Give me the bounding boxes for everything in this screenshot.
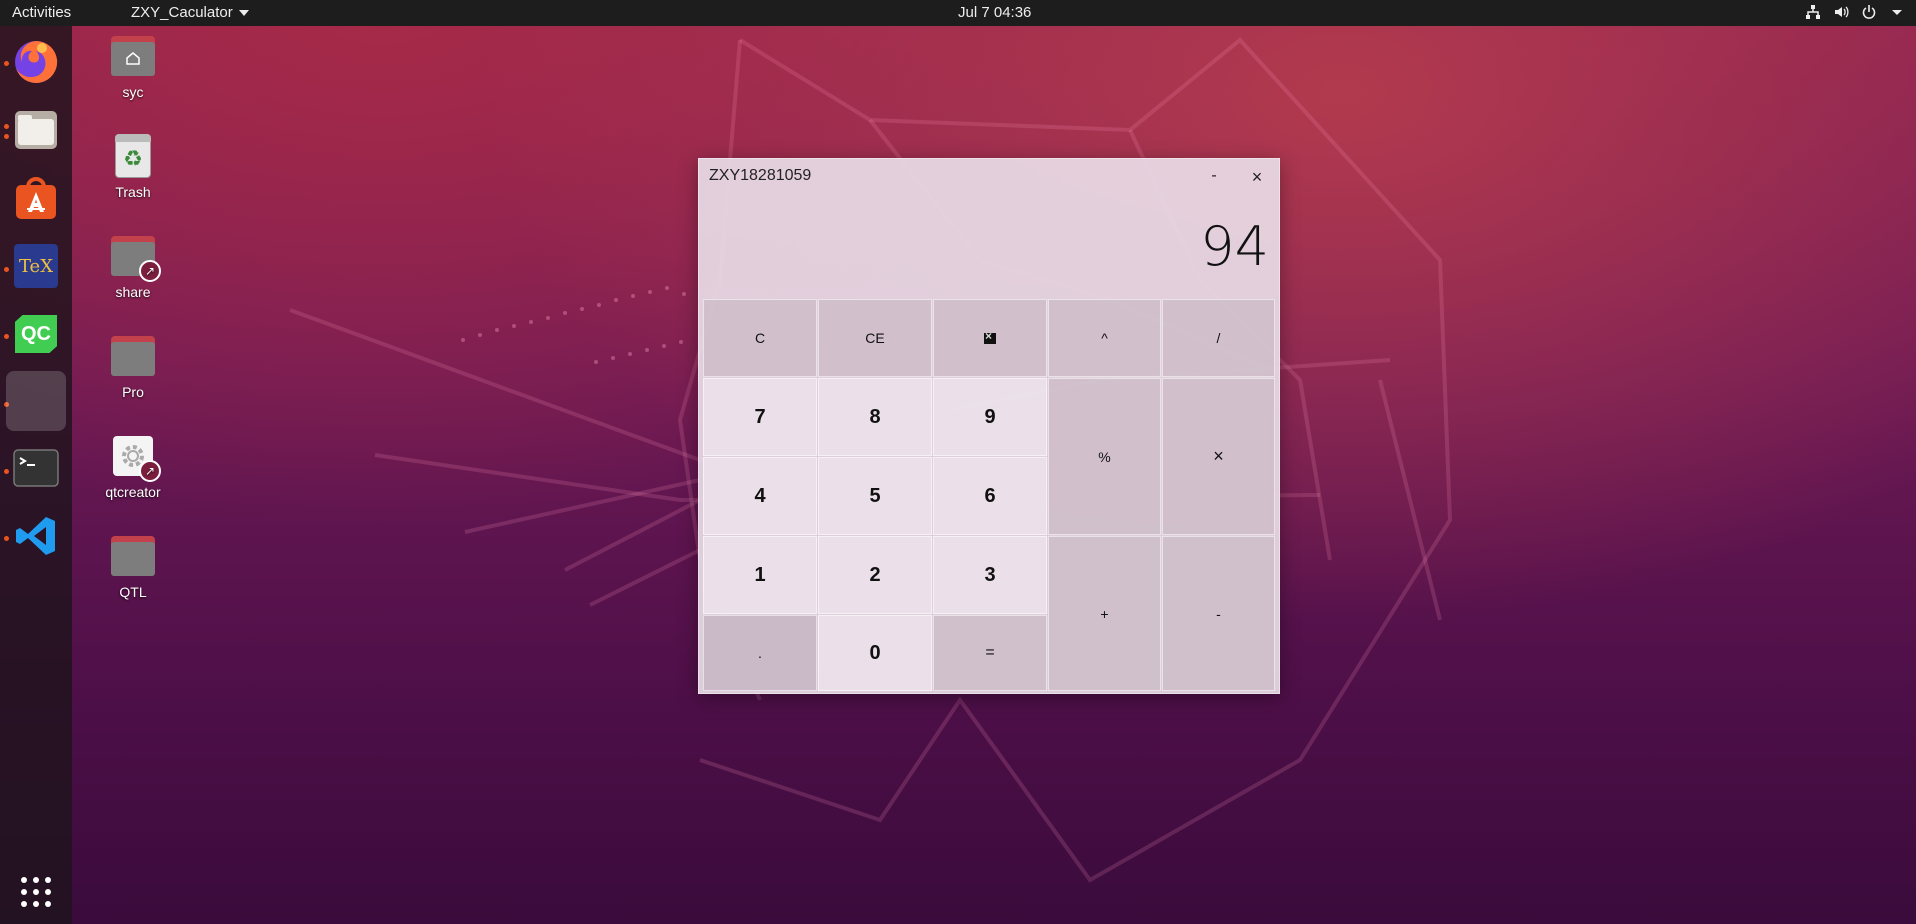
folder-icon: ↗ [109,232,161,282]
backspace-icon [984,329,996,344]
calculator-display: 94 [1200,215,1269,278]
home-folder-icon [109,32,157,80]
top-bar: Activities ZXY_Caculator Jul 7 04:36 [0,0,1916,26]
network-icon[interactable] [1804,3,1822,21]
plus-button[interactable]: + [1048,536,1161,691]
blank-app-icon [14,379,58,423]
minimize-button[interactable]: - [1202,165,1226,189]
percent-button[interactable]: % [1048,378,1161,535]
digit-9-button[interactable]: 9 [933,378,1047,456]
desktop-icon-label: qtcreator [105,484,161,500]
dock-files[interactable] [6,100,66,160]
calculator-window: ZXY18281059 - × 94 C CE ^ / 7 8 9 % × 4 … [698,158,1280,694]
desktop-icon-label: QTL [119,584,147,600]
folder-icon [109,532,157,580]
desktop-icon-qtl[interactable]: QTL [83,532,183,600]
files-icon [15,111,57,149]
caret-down-icon [238,10,249,17]
desktop-icon-share[interactable]: ↗ share [83,232,183,300]
digit-3-button[interactable]: 3 [933,536,1047,614]
close-button[interactable]: × [1246,167,1268,189]
dock-vscode[interactable] [6,506,66,566]
qt-icon-label: QC [21,322,51,345]
clear-entry-button[interactable]: CE [818,299,932,377]
firefox-icon [15,40,58,83]
chevron-down-icon[interactable] [1888,3,1906,21]
power-icon[interactable] [1860,3,1878,21]
dock-qt[interactable]: QC [6,304,66,364]
digit-5-button[interactable]: 5 [818,457,932,535]
clear-button[interactable]: C [703,299,817,377]
desktop-icon-label: share [115,284,151,300]
desktop-icon-label: Pro [122,384,144,400]
qt-icon: QC [15,315,57,353]
grid-icon [21,877,51,907]
clock[interactable]: Jul 7 04:36 [958,4,1031,21]
terminal-icon [13,449,59,487]
digit-8-button[interactable]: 8 [818,378,932,456]
desktop-icon-pro[interactable]: Pro [83,332,183,400]
multiply-button[interactable]: × [1162,378,1275,535]
equals-button[interactable]: = [933,615,1047,691]
tex-icon: TeX [14,244,58,288]
desktop-icon-label: syc [122,84,144,100]
window-title: ZXY18281059 [709,167,812,184]
digit-6-button[interactable]: 6 [933,457,1047,535]
digit-7-button[interactable]: 7 [703,378,817,456]
desktop-icon-syc[interactable]: syc [83,32,183,100]
dock: TeX QC [0,26,72,924]
divide-button[interactable]: / [1162,299,1275,377]
vscode-icon [16,517,55,555]
link-arrow-icon: ↗ [139,260,161,282]
digit-2-button[interactable]: 2 [818,536,932,614]
dock-calculator[interactable] [6,371,66,431]
keypad: C CE ^ / 7 8 9 % × 4 5 6 1 2 3 + - . 0 = [703,299,1275,691]
dock-texstudio[interactable]: TeX [6,236,66,296]
volume-icon[interactable] [1832,3,1850,21]
power-button[interactable]: ^ [1048,299,1161,377]
digit-4-button[interactable]: 4 [703,457,817,535]
activities-button[interactable]: Activities [12,4,71,21]
dock-terminal[interactable] [6,438,66,498]
desktop-icon-trash[interactable]: ♻ Trash [83,132,183,200]
decimal-button[interactable]: . [703,615,817,691]
desktop-icon-label: Trash [115,184,151,200]
app-menu[interactable]: ZXY_Caculator [131,4,249,21]
desktop-icon-qtcreator[interactable]: ↗ qtcreator [83,432,183,500]
backspace-button[interactable] [933,299,1047,377]
minus-button[interactable]: - [1162,536,1275,691]
trash-icon: ♻ [109,132,157,180]
show-apps-button[interactable] [6,862,66,922]
system-tray[interactable] [1804,3,1906,21]
link-arrow-icon: ↗ [139,460,161,482]
dock-app-center[interactable] [6,168,66,228]
app-center-icon [16,177,56,219]
dock-firefox[interactable] [6,32,66,92]
tex-icon-label: TeX [18,255,54,277]
digit-1-button[interactable]: 1 [703,536,817,614]
digit-0-button[interactable]: 0 [818,615,932,691]
app-menu-label: ZXY_Caculator [131,4,233,21]
gear-icon: ↗ [109,432,161,482]
folder-icon [109,332,157,380]
